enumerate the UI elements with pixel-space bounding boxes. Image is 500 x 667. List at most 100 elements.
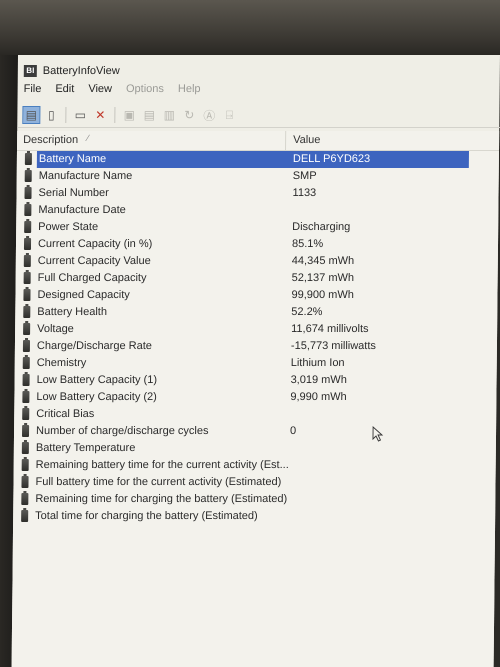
item-description: Battery Temperature [35,442,136,454]
properties-icon[interactable]: ▭ [72,107,88,123]
item-value: Discharging [292,221,351,233]
toolbar-separator [65,107,67,123]
list-rows: Battery Name DELL P6YD623 Manufacture Name… [13,151,499,525]
list-item[interactable]: Voltage 11,674 millivolts [15,321,497,338]
item-description: Remaining time for charging the battery … [35,493,288,505]
item-value: 52.2% [291,306,323,318]
item-value: 85.1% [291,238,324,250]
battery-icon [24,153,32,165]
monitor-bezel-top [0,0,500,55]
battery-icon [24,221,32,233]
list-item[interactable]: Full battery time for the current activi… [13,474,495,491]
list-item[interactable]: Charge/Discharge Rate -15,773 milliwatts [15,338,497,355]
html-report-icon[interactable]: ▥ [161,107,177,123]
menu-edit[interactable]: Edit [55,83,74,101]
toolbar-separator [114,107,116,123]
item-value: 1133 [292,187,317,199]
battery-icon [24,187,32,199]
list-item[interactable]: Low Battery Capacity (1) 3,019 mWh [15,372,497,389]
battery-icon [21,425,30,437]
battery-icon [23,323,31,335]
list-header: Description ⁄ Value [16,131,500,151]
battery-icon [21,493,29,505]
battery-icon [23,272,31,284]
item-description: Chemistry [36,357,87,369]
battery-icon [22,408,30,420]
item-value: 9,990 mWh [290,391,347,403]
item-value: 11,674 millivolts [291,323,369,335]
battery-info-mode-icon[interactable]: ▤ [22,106,41,124]
item-value: 52,137 mWh [291,272,355,284]
menu-options[interactable]: Options [126,83,164,101]
column-header-value[interactable]: Value [293,134,320,146]
item-description: Low Battery Capacity (1) [36,374,158,386]
list-item[interactable]: Low Battery Capacity (2) 9,990 mWh [14,389,496,406]
item-value: 3,019 mWh [290,374,347,386]
list-item[interactable]: Battery Name DELL P6YD623 [17,151,499,168]
item-description: Designed Capacity [37,289,130,301]
battery-icon [24,170,32,182]
item-description: Battery Health [37,306,108,318]
toolbar: ▤ ▯ ▭ ✕ ▣ ▤ ▥ ↻ Ⓐ ⍈ [17,103,500,128]
copy-icon[interactable]: ▤ [141,107,157,123]
save-icon[interactable]: ▣ [121,107,137,123]
item-description: Power State [38,221,99,233]
menu-file[interactable]: File [24,83,42,101]
item-description: Remaining battery time for the current a… [35,459,289,471]
battery-icon [22,340,31,352]
item-description: Critical Bias [36,408,95,420]
list-item[interactable]: Current Capacity Value 44,345 mWh [16,253,498,270]
battery-icon [21,459,29,471]
list-item[interactable]: Manufacture Date [16,202,498,219]
menu-help[interactable]: Help [178,83,201,101]
item-value: 0 [289,425,297,437]
list-item[interactable]: Power State Discharging [16,219,498,236]
menu-view[interactable]: View [88,83,112,101]
item-description: Voltage [37,323,74,335]
list-item[interactable]: Remaining time for charging the battery … [13,491,495,508]
list-item[interactable]: Serial Number 1133 [16,185,498,202]
battery-log-mode-icon[interactable]: ▯ [43,107,59,123]
list-item[interactable]: Number of charge/discharge cycles 0 [14,423,496,440]
battery-icon [23,255,31,267]
battery-icon [21,510,29,522]
exit-icon[interactable]: ⍈ [221,107,237,123]
column-header-description[interactable]: Description [23,134,78,146]
delete-icon[interactable]: ✕ [92,107,108,123]
battery-icon [24,204,32,216]
item-description: Battery Name [38,153,107,165]
battery-icon [23,289,31,301]
item-description: Low Battery Capacity (2) [36,391,157,403]
list-item[interactable]: Battery Health 52.2% [15,304,497,321]
list-item[interactable]: Remaining battery time for the current a… [14,457,496,474]
mouse-cursor-icon [372,426,384,442]
item-description: Manufacture Date [38,204,126,216]
refresh-icon[interactable]: ↻ [181,107,197,123]
battery-info-list[interactable]: Description ⁄ Value Battery Name DELL P6Y… [11,131,500,667]
item-description: Serial Number [38,187,109,199]
item-description: Manufacture Name [38,170,133,182]
list-item[interactable]: Full Charged Capacity 52,137 mWh [16,270,498,287]
list-item[interactable]: Manufacture Name SMP [17,168,499,185]
list-item[interactable]: Current Capacity (in %) 85.1% [16,236,498,253]
battery-icon [21,476,29,488]
battery-icon [21,442,29,454]
window-title: BatteryInfoView [42,65,120,77]
item-value: DELL P6YD623 [292,153,371,165]
list-item[interactable]: Designed Capacity 99,900 mWh [15,287,497,304]
list-item[interactable]: Critical Bias [14,406,496,423]
about-icon[interactable]: Ⓐ [201,107,217,123]
battery-icon [22,391,30,403]
column-divider[interactable] [285,131,287,150]
list-item[interactable]: Battery Temperature [14,440,496,457]
item-description: Full Charged Capacity [37,272,147,284]
list-item[interactable]: Total time for charging the battery (Est… [13,508,495,525]
item-description: Number of charge/discharge cycles [35,425,209,437]
battery-icon [23,238,32,250]
battery-icon [23,306,31,318]
item-value: -15,773 milliwatts [290,340,376,352]
list-item[interactable]: Chemistry Lithium Ion [15,355,497,372]
item-value: Lithium Ion [290,357,345,369]
menu-bar: File Edit View Options Help [18,83,500,101]
item-description: Total time for charging the battery (Est… [35,510,258,522]
